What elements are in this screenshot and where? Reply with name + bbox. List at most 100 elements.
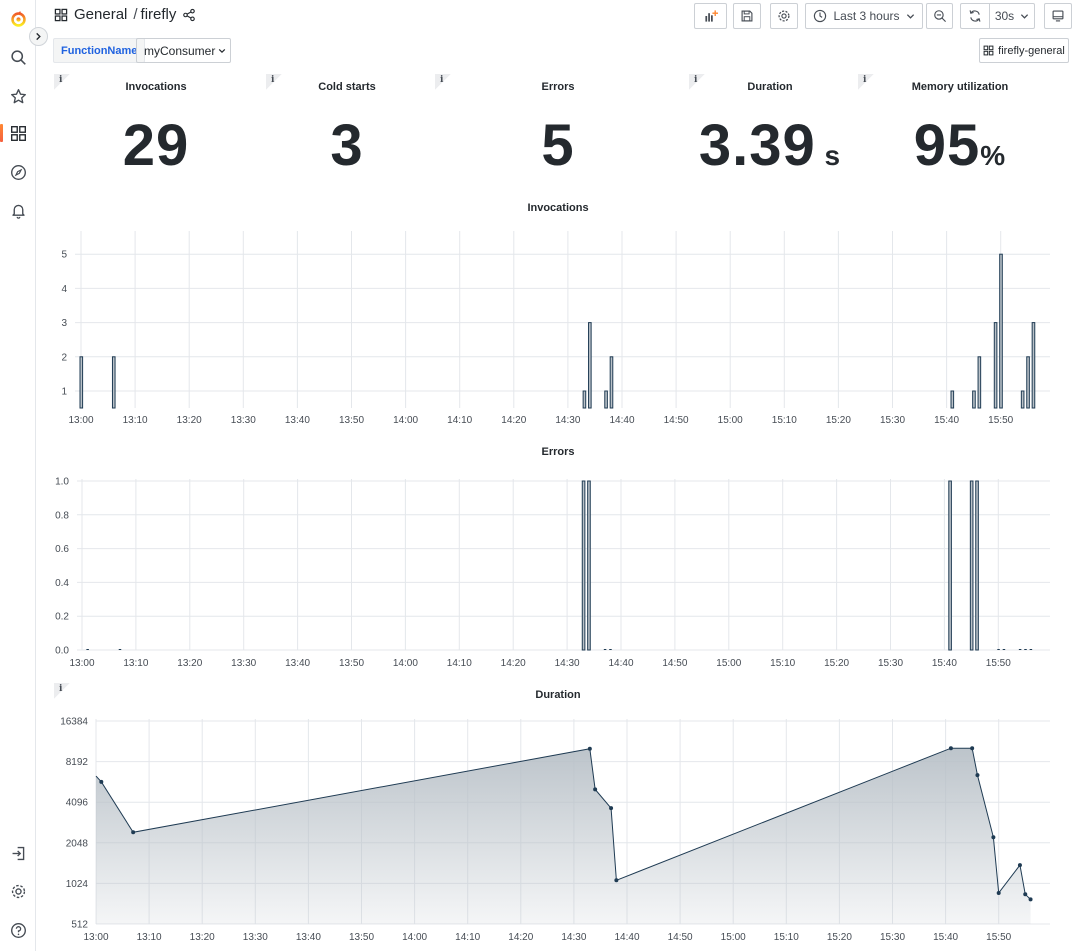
refresh-button[interactable] — [960, 3, 989, 29]
zoom-out-icon — [933, 10, 946, 22]
x-tick-label: 13:50 — [339, 415, 364, 426]
search-icon[interactable] — [7, 46, 29, 68]
x-tick-label: 14:40 — [608, 658, 633, 669]
invocations-chart[interactable]: 1 2 3 4 5 13:00 13:10 13:20 13:30 13:40 13:50 14:00… — [53, 228, 1053, 428]
data-bar — [993, 322, 998, 409]
help-icon[interactable] — [7, 919, 29, 941]
x-tick-label: 15:40 — [933, 932, 958, 943]
add-panel-button[interactable] — [694, 3, 727, 29]
x-tick-label: 15:50 — [986, 658, 1011, 669]
data-bar — [1031, 322, 1036, 409]
x-tick-label: 13:20 — [177, 415, 202, 426]
stat-value: 29 — [54, 112, 258, 179]
data-bar — [86, 649, 89, 650]
data-bar — [1024, 649, 1027, 650]
data-bar — [1029, 649, 1033, 650]
sign-in-icon[interactable] — [7, 842, 29, 864]
function-name-value: myConsumer — [144, 43, 216, 58]
y-tick-label: 2048 — [66, 838, 89, 849]
dashboard-grid-icon — [983, 45, 994, 56]
duration-chart[interactable]: 512 1024 2048 4096 8192 16384 13:00 13:10 13:20 1… — [53, 712, 1053, 948]
data-bar — [977, 356, 982, 409]
function-name-select[interactable]: myConsumer — [136, 38, 231, 63]
x-tick-label: 14:00 — [393, 658, 418, 669]
x-tick-label: 15:20 — [826, 415, 851, 426]
stat-unit: % — [980, 140, 1007, 171]
x-tick-label: 14:50 — [662, 658, 687, 669]
data-bar — [111, 356, 116, 409]
x-tick-label: 13:10 — [137, 932, 162, 943]
top-bar: General / firefly Last 3 hours 30s — [36, 0, 1078, 31]
dashboard-grid-icon — [54, 8, 68, 21]
y-tick-label: 512 — [71, 920, 88, 931]
breadcrumb-separator: / — [133, 6, 138, 23]
data-point — [131, 830, 136, 835]
clock-icon — [814, 9, 827, 23]
stat-value: 3.39 s — [689, 112, 851, 179]
breadcrumb: General / firefly — [54, 6, 196, 23]
data-bar — [1026, 356, 1030, 409]
stat-value: 95% — [858, 112, 1062, 179]
time-range-label: Last 3 hours — [833, 9, 900, 23]
errors-chart[interactable]: 0.0 0.2 0.4 0.6 0.8 1.0 13:00 13:10 13:20 13:30 13… — [53, 472, 1053, 672]
y-tick-label: 0.2 — [55, 612, 69, 623]
x-tick-label: 15:20 — [827, 932, 852, 943]
x-tick-label: 15:30 — [880, 415, 905, 426]
x-tick-label: 13:00 — [68, 415, 93, 426]
tv-mode-button[interactable] — [1044, 3, 1072, 29]
y-tick-label: 8192 — [66, 757, 89, 768]
share-icon[interactable] — [182, 8, 196, 22]
x-tick-label: 13:10 — [123, 658, 148, 669]
stat-title: Duration — [747, 81, 793, 93]
x-tick-label: 13:30 — [231, 415, 256, 426]
grafana-logo-icon[interactable] — [7, 8, 29, 30]
y-tick-label: 4096 — [66, 798, 89, 809]
explore-icon[interactable] — [7, 161, 29, 183]
alerting-icon[interactable] — [7, 199, 29, 221]
chevron-down-icon — [219, 48, 226, 53]
data-bar — [587, 480, 591, 651]
x-tick-label: 13:10 — [123, 415, 148, 426]
stat-number: 5 — [541, 113, 575, 178]
save-icon — [741, 10, 753, 22]
x-tick-label: 14:40 — [609, 415, 634, 426]
active-indicator — [0, 124, 3, 142]
expand-menu-button[interactable] — [29, 27, 48, 46]
y-tick-label: 4 — [61, 284, 67, 295]
dashboard-settings-button[interactable] — [770, 3, 798, 29]
data-bar — [1020, 390, 1025, 409]
breadcrumb-folder[interactable]: General — [74, 6, 127, 23]
dashboards-icon[interactable] — [7, 122, 29, 144]
time-range-picker[interactable]: Last 3 hours — [805, 3, 923, 29]
x-tick-label: 15:00 — [721, 932, 746, 943]
x-tick-label: 15:30 — [880, 932, 905, 943]
x-tick-label: 15:00 — [716, 658, 741, 669]
y-tick-label: 3 — [61, 318, 67, 329]
refresh-interval-picker[interactable]: 30s — [989, 3, 1035, 29]
data-point — [975, 773, 980, 778]
star-icon[interactable] — [7, 85, 29, 107]
x-tick-label: 15:30 — [878, 658, 903, 669]
stat-title: Errors — [541, 81, 575, 93]
settings-icon[interactable] — [7, 880, 29, 902]
data-bar — [1018, 649, 1022, 650]
data-bar — [609, 649, 612, 650]
refresh-interval-label: 30s — [994, 9, 1015, 23]
dashboard-link-button[interactable]: firefly-general — [979, 38, 1069, 63]
data-bar — [588, 322, 592, 409]
x-tick-label: 13:40 — [285, 415, 310, 426]
zoom-out-button[interactable] — [926, 3, 953, 29]
x-tick-label: 14:50 — [668, 932, 693, 943]
variable-label: FunctionName — [53, 38, 146, 63]
x-tick-label: 14:20 — [508, 932, 533, 943]
x-tick-label: 14:10 — [447, 658, 472, 669]
duration-area — [96, 748, 1031, 924]
data-point — [1028, 897, 1033, 902]
y-tick-label: 0.0 — [55, 646, 69, 657]
data-point — [970, 746, 975, 751]
breadcrumb-dashboard[interactable]: firefly — [141, 6, 177, 23]
save-dashboard-button[interactable] — [733, 3, 761, 29]
x-tick-label: 15:00 — [718, 415, 743, 426]
y-tick-label: 0.4 — [55, 578, 69, 589]
data-bar — [950, 390, 955, 409]
